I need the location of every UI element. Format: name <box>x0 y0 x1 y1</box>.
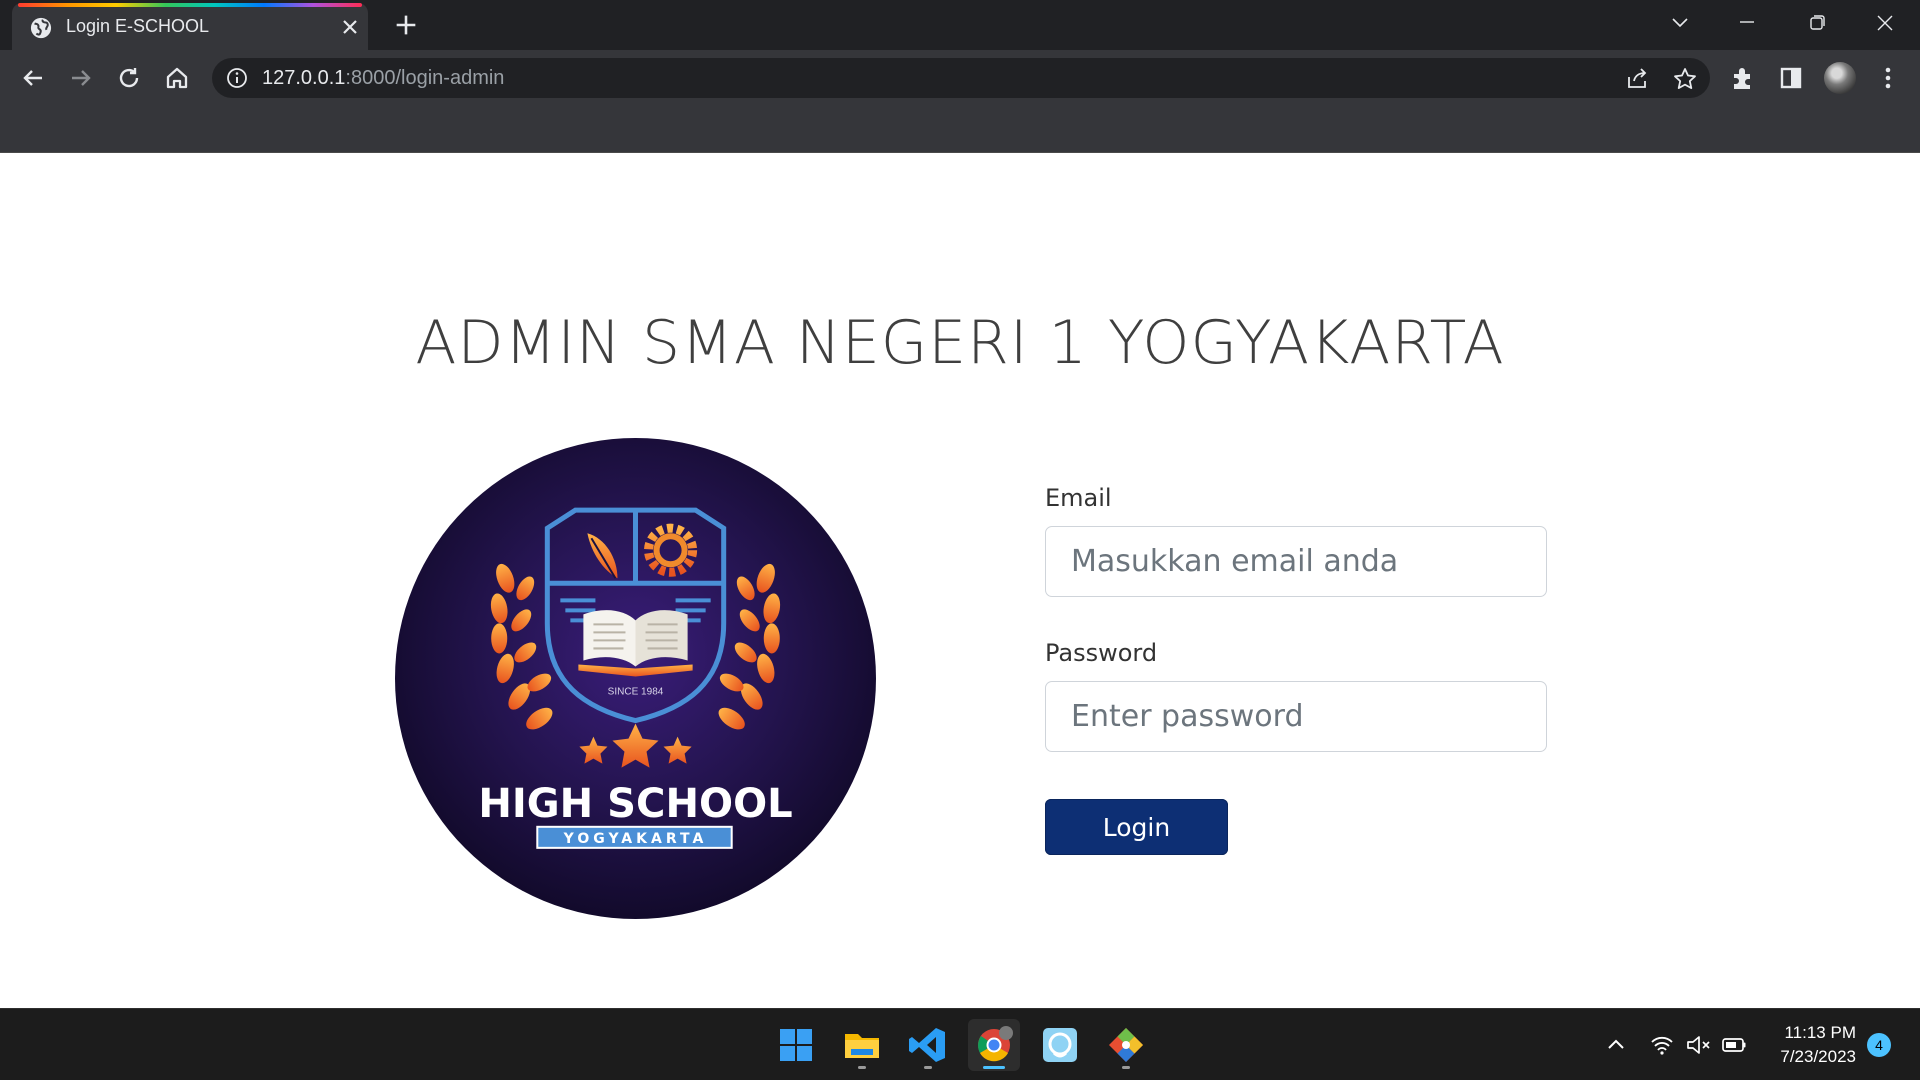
active-indicator <box>983 1066 1005 1069</box>
wifi-icon[interactable] <box>1648 1031 1676 1059</box>
new-tab-icon[interactable] <box>392 11 420 39</box>
file-explorer-icon <box>845 1034 879 1058</box>
email-label: Email <box>1045 484 1112 512</box>
close-tab-icon[interactable] <box>338 15 362 39</box>
taskbar-file-explorer[interactable] <box>836 1019 888 1071</box>
taskbar-chrome[interactable] <box>968 1019 1020 1071</box>
url-path: :8000/login-admin <box>345 67 505 89</box>
side-panel-icon[interactable] <box>1775 62 1807 94</box>
app-icon <box>1043 1028 1077 1062</box>
profile-avatar[interactable] <box>1824 62 1856 94</box>
share-icon[interactable] <box>1624 66 1650 92</box>
close-window-icon[interactable] <box>1865 8 1905 38</box>
globe-icon <box>30 17 52 39</box>
minimize-icon[interactable] <box>1727 8 1767 38</box>
password-label: Password <box>1045 639 1158 667</box>
forward-icon[interactable] <box>65 62 97 94</box>
system-clock[interactable]: 11:13 PM 7/23/2023 <box>1756 1021 1856 1069</box>
start-button[interactable] <box>770 1019 822 1071</box>
chevron-up-icon[interactable] <box>1602 1031 1630 1059</box>
restore-icon[interactable] <box>1797 8 1837 38</box>
password-input[interactable] <box>1045 681 1547 752</box>
url-host: 127.0.0.1 <box>262 67 346 89</box>
login-button[interactable]: Login <box>1045 799 1228 855</box>
start-icon <box>780 1029 812 1061</box>
taskbar-app[interactable] <box>1034 1019 1086 1071</box>
taskbar-git[interactable] <box>1100 1019 1152 1071</box>
clock-date: 7/23/2023 <box>1780 1047 1856 1066</box>
extensions-icon[interactable] <box>1727 62 1759 94</box>
tab-strip: Login E-SCHOOL <box>0 0 1920 50</box>
tab-search-chevron-icon[interactable] <box>1660 8 1700 38</box>
notification-badge[interactable]: 4 <box>1867 1033 1891 1057</box>
back-icon[interactable] <box>17 62 49 94</box>
running-indicator <box>924 1066 932 1069</box>
volume-muted-icon[interactable] <box>1684 1031 1712 1059</box>
browser-toolbar: 127.0.0.1:8000/login-admin <box>0 50 1920 105</box>
login-form: Email Password Login <box>1045 484 1547 855</box>
battery-icon[interactable] <box>1720 1031 1748 1059</box>
address-bar[interactable]: 127.0.0.1:8000/login-admin <box>212 58 1710 98</box>
vscode-icon <box>909 1028 945 1062</box>
chrome-icon <box>978 1026 1013 1062</box>
tab-highlight <box>18 3 362 7</box>
menu-kebab-icon[interactable] <box>1872 62 1904 94</box>
browser-tab[interactable]: Login E-SCHOOL <box>12 3 368 50</box>
taskbar: 11:13 PM 7/23/2023 4 <box>0 1008 1920 1080</box>
url-text[interactable]: 127.0.0.1:8000/login-admin <box>262 67 504 90</box>
site-info-icon[interactable] <box>226 67 248 89</box>
logo-since-text: SINCE 1984 <box>608 687 664 698</box>
home-icon[interactable] <box>161 62 193 94</box>
school-logo: SINCE 1984 HIGH SCHOOL YOGYAKARTA <box>395 438 876 919</box>
bookmarks-bar <box>0 105 1920 153</box>
page-content: ADMIN SMA NEGERI 1 YOGYAKARTA SINCE 1984… <box>0 154 1920 1008</box>
clock-time: 11:13 PM <box>1784 1023 1856 1042</box>
page-title: ADMIN SMA NEGERI 1 YOGYAKARTA <box>415 308 1505 378</box>
running-indicator <box>1122 1066 1130 1069</box>
logo-main-text: HIGH SCHOOL <box>478 781 792 827</box>
git-icon <box>1109 1028 1143 1062</box>
taskbar-vscode[interactable] <box>902 1019 954 1071</box>
running-indicator <box>858 1066 866 1069</box>
reload-icon[interactable] <box>113 62 145 94</box>
bookmark-star-icon[interactable] <box>1672 66 1698 92</box>
tab-title: Login E-SCHOOL <box>66 16 210 36</box>
logo-sub-text: YOGYAKARTA <box>563 831 708 847</box>
email-input[interactable] <box>1045 526 1547 597</box>
